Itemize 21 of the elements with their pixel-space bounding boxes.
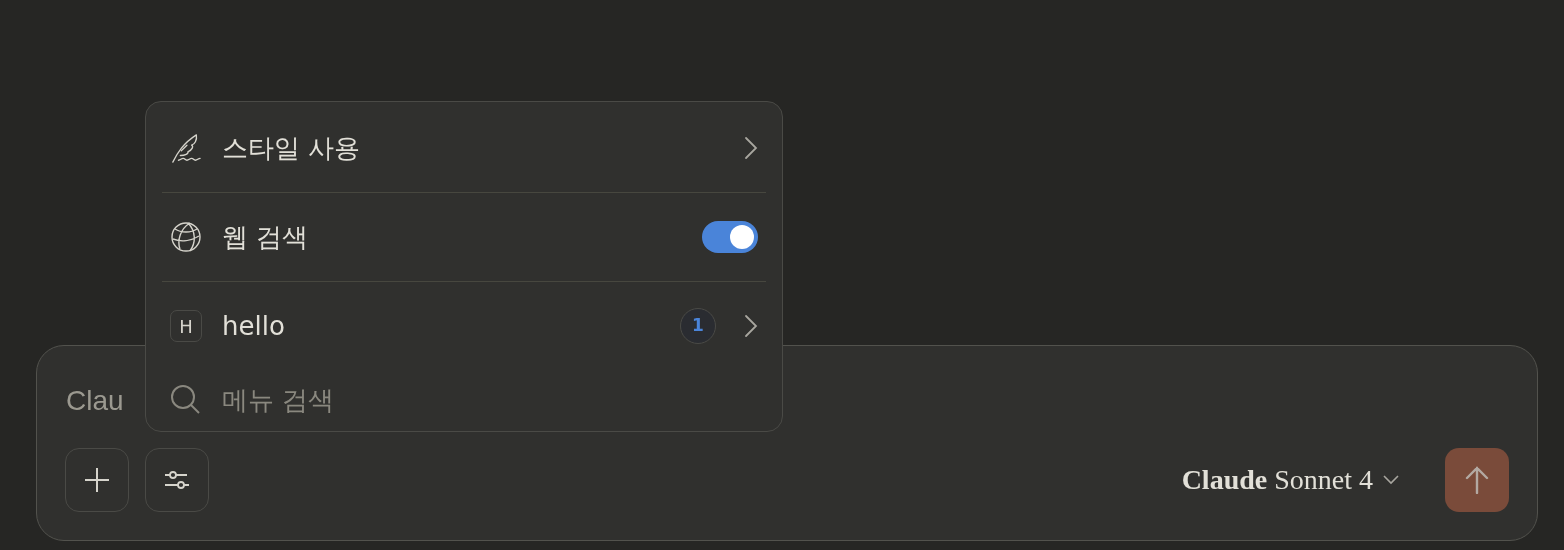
model-selector[interactable]: Claude Sonnet 4 [1181, 459, 1399, 501]
count-badge: 1 [680, 308, 716, 344]
composer-placeholder[interactable]: Clau [65, 380, 124, 422]
chevron-down-icon [1383, 475, 1399, 485]
chevron-right-icon [744, 136, 758, 160]
menu-item[interactable]: H hello 1 [146, 282, 782, 370]
plus-icon [84, 467, 110, 493]
send-button[interactable] [1445, 448, 1509, 512]
menu-search-field[interactable]: 메뉴 검색 [222, 380, 622, 420]
globe-icon [170, 221, 202, 253]
chevron-right-icon [744, 314, 758, 338]
menu-item[interactable]: 스타일 사용 [146, 104, 782, 192]
menu-item[interactable]: 웹 검색 [146, 193, 782, 281]
arrow-up-icon [1465, 466, 1489, 494]
toggle-switch[interactable] [702, 221, 758, 253]
settings-button[interactable] [145, 448, 209, 512]
add-button[interactable] [65, 448, 129, 512]
sliders-icon [164, 469, 190, 491]
search-icon [170, 384, 202, 416]
project-letter-icon: H [170, 310, 202, 342]
quill-icon [170, 131, 202, 165]
